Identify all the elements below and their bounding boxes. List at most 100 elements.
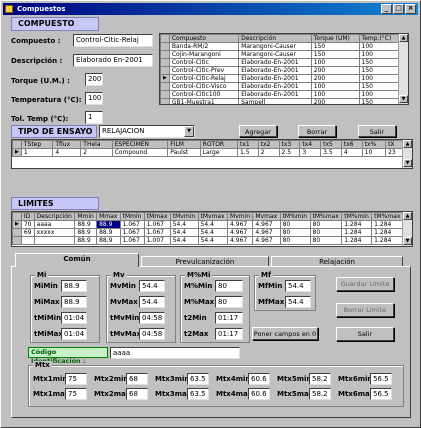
table-cell[interactable]: 4.967 bbox=[252, 236, 281, 245]
table-cell[interactable]: Cojin-Marangoni bbox=[168, 50, 240, 59]
table-cell[interactable] bbox=[33, 236, 76, 245]
close-button[interactable]: × bbox=[405, 4, 416, 14]
table-cell[interactable]: 200 bbox=[310, 66, 360, 75]
tipo-ensayo-select[interactable]: RELAJACION ▼ bbox=[99, 125, 195, 138]
table-cell[interactable]: Elaborado-En-2001 bbox=[238, 82, 312, 91]
table-cell[interactable]: 100 bbox=[310, 90, 360, 99]
table-cell[interactable]: 1.067 bbox=[119, 236, 145, 245]
table-cell[interactable]: 23 bbox=[385, 148, 404, 157]
table-cell[interactable]: 200 bbox=[310, 74, 360, 83]
table-cell[interactable]: 10 bbox=[361, 148, 387, 157]
table-cell[interactable]: aaaa bbox=[33, 220, 76, 229]
table-cell[interactable]: Elaborado-En-2001 bbox=[238, 58, 312, 67]
table-cell[interactable]: 1 bbox=[20, 148, 54, 157]
table-cell[interactable]: 2.5 bbox=[278, 148, 301, 157]
tmimin-input[interactable]: 01:04 bbox=[61, 312, 87, 324]
table-cell[interactable]: Large bbox=[199, 148, 238, 157]
table-cell[interactable]: 88.9 bbox=[74, 228, 98, 237]
table-cell[interactable]: 4.967 bbox=[227, 220, 254, 229]
table-cell[interactable]: 54.4 bbox=[197, 236, 229, 245]
table-cell[interactable]: 80 bbox=[279, 228, 311, 237]
limites-scrollbar[interactable]: ▲ ▼ bbox=[402, 212, 412, 246]
table-cell[interactable]: 80 bbox=[279, 220, 311, 229]
table-row[interactable]: Control-Citic100 Elaborado-En-2001 100 100 bbox=[160, 90, 401, 99]
salir-button[interactable]: Salir bbox=[336, 327, 394, 341]
table-cell[interactable]: 4.967 bbox=[252, 220, 281, 229]
scroll-down-icon[interactable]: ▼ bbox=[403, 237, 412, 245]
table-row[interactable]: GB1-Muestra1 Sampell 200 150 bbox=[160, 98, 401, 104]
salir-top-button[interactable]: Salir bbox=[358, 125, 396, 137]
table-cell[interactable]: 1.284 bbox=[341, 236, 373, 245]
scroll-up-icon[interactable]: ▲ bbox=[403, 212, 412, 220]
table-cell[interactable]: Control-Citic-Relaj bbox=[168, 74, 240, 83]
tab-comun[interactable]: Común bbox=[15, 253, 139, 267]
torque-input[interactable]: 200 bbox=[85, 73, 103, 86]
table-cell[interactable]: 3.5 bbox=[320, 148, 342, 157]
poner-campos-cero-button[interactable]: Poner campos en 0 bbox=[252, 327, 318, 340]
table-cell[interactable]: 54.4 bbox=[197, 228, 229, 237]
table-row[interactable]: ▶ 1 4 2 Compound Paulst Large 1.5 2 2.5 3 3.5 4 10 23 bbox=[12, 148, 404, 157]
table-cell[interactable]: 150 bbox=[358, 98, 401, 104]
mtx6max-input[interactable]: 56.5 bbox=[370, 388, 392, 400]
mtx2min-input[interactable]: 68 bbox=[126, 373, 148, 385]
minimize-button[interactable]: _ bbox=[381, 4, 392, 14]
table-cell[interactable]: 4 bbox=[340, 148, 363, 157]
scroll-up-icon[interactable]: ▲ bbox=[403, 140, 412, 148]
mtx3min-input[interactable]: 63.5 bbox=[187, 373, 209, 385]
mfmax-input[interactable]: 54.4 bbox=[285, 296, 311, 308]
agregar-button[interactable]: Agregar bbox=[239, 125, 277, 137]
table-cell[interactable]: 54.4 bbox=[169, 236, 199, 245]
table-cell[interactable]: 1.5 bbox=[236, 148, 259, 157]
mtx3max-input[interactable]: 63.5 bbox=[187, 388, 209, 400]
scroll-up-icon[interactable]: ▲ bbox=[399, 34, 408, 42]
table-cell[interactable]: 4 bbox=[52, 148, 82, 157]
table-cell[interactable]: 150 bbox=[358, 82, 401, 91]
mimax-input[interactable]: 88.9 bbox=[61, 296, 87, 308]
table-cell[interactable]: 70 bbox=[20, 220, 35, 229]
table-cell[interactable]: 69 bbox=[20, 228, 35, 237]
table-cell[interactable]: Paulst bbox=[167, 148, 201, 157]
table-cell[interactable] bbox=[20, 236, 35, 245]
table-cell[interactable]: 88.9 bbox=[96, 220, 121, 229]
table-cell[interactable]: 80 bbox=[309, 228, 343, 237]
table-cell[interactable]: 80 bbox=[279, 236, 311, 245]
table-cell[interactable]: 1.284 bbox=[371, 228, 404, 237]
compuesto-input[interactable]: Control-Citic-Relaj bbox=[73, 34, 153, 47]
table-row[interactable]: Control-Citic Elaborado-En-2001 100 150 bbox=[160, 58, 401, 67]
table-cell[interactable]: Control-Citic-Prev bbox=[168, 66, 240, 75]
tmvmax-input[interactable]: 04:58 bbox=[139, 328, 165, 340]
m2min-input[interactable]: 80 bbox=[215, 280, 243, 292]
mtx6min-input[interactable]: 56.5 bbox=[370, 373, 392, 385]
table-cell[interactable]: 2 bbox=[80, 148, 113, 157]
table-cell[interactable]: 80 bbox=[309, 220, 343, 229]
maximize-button[interactable]: □ bbox=[393, 4, 404, 14]
table-cell[interactable]: 100 bbox=[310, 82, 360, 91]
table-cell[interactable]: 100 bbox=[310, 58, 360, 67]
chevron-down-icon[interactable]: ▼ bbox=[184, 126, 194, 137]
table-cell[interactable]: 1.284 bbox=[341, 220, 373, 229]
guardar-limite-button[interactable]: Guardar Límite bbox=[336, 277, 394, 291]
mimin-input[interactable]: 88.9 bbox=[61, 280, 87, 292]
table-cell[interactable]: 1.067 bbox=[143, 220, 171, 229]
table-cell[interactable]: Control-Citic-Visco bbox=[168, 82, 240, 91]
mtx1max-input[interactable]: 75 bbox=[65, 388, 87, 400]
table-cell[interactable]: 1.007 bbox=[143, 236, 171, 245]
table-cell[interactable]: 1.067 bbox=[119, 228, 145, 237]
scroll-down-icon[interactable]: ▼ bbox=[403, 159, 412, 167]
table-row[interactable]: ▶ Control-Citic-Relaj Elaborado-En-2001 200… bbox=[160, 74, 401, 83]
scroll-down-icon[interactable]: ▼ bbox=[399, 95, 408, 103]
table-row[interactable]: Banda-RM/2 Marangoni-Causer 150 100 bbox=[160, 42, 401, 51]
compound-table-scrollbar[interactable]: ▲ ▼ bbox=[398, 34, 408, 104]
table-cell[interactable]: 88.9 bbox=[74, 236, 98, 245]
table-cell[interactable]: 4.967 bbox=[227, 228, 254, 237]
tol-temp-input[interactable]: 1 bbox=[85, 111, 103, 124]
table-cell[interactable]: 150 bbox=[358, 58, 401, 67]
table-row[interactable]: 88.9 88.9 1.067 1.007 54.4 54.4 4.967 4.967 80 80… bbox=[12, 236, 404, 245]
mvmax-input[interactable]: 54.4 bbox=[139, 296, 165, 308]
table-cell[interactable]: Elaborado-En-2001 bbox=[238, 90, 312, 99]
table-row[interactable]: Control-Citic-Visco Elaborado-En-2001 100 1… bbox=[160, 82, 401, 91]
table-cell[interactable]: 54.4 bbox=[169, 220, 199, 229]
table-cell[interactable]: 88.9 bbox=[74, 220, 98, 229]
table-cell[interactable]: 1.067 bbox=[119, 220, 145, 229]
table-row[interactable]: ▶ 70 aaaa 88.9 88.9 1.067 1.067 54.4 54.4 4.967 4.… bbox=[12, 220, 404, 229]
